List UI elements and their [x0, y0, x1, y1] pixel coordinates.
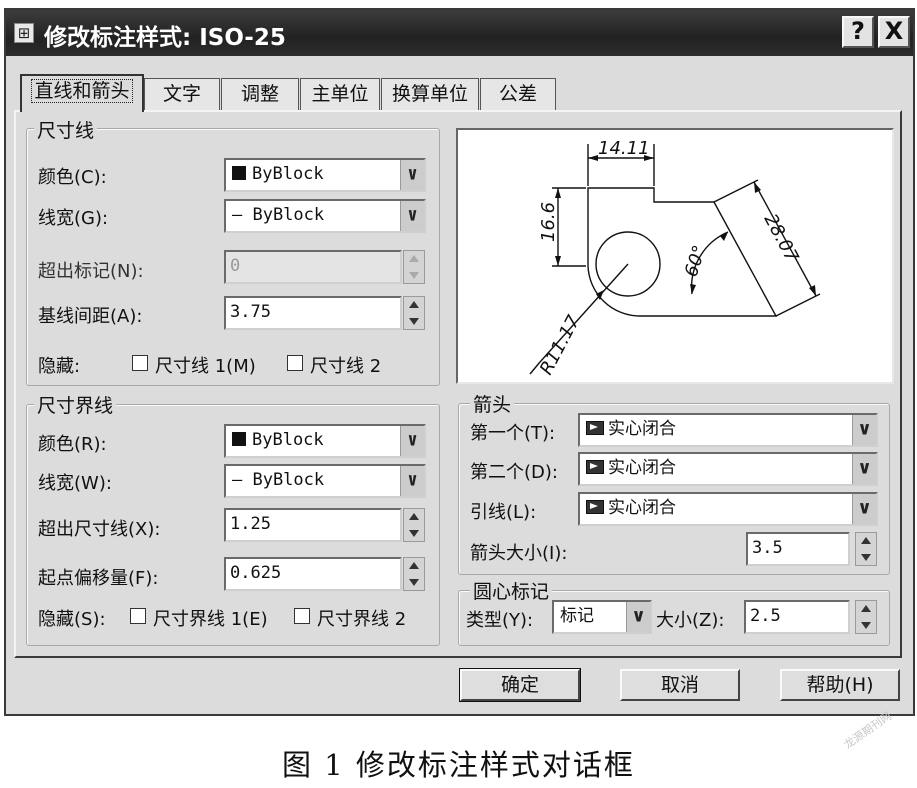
close-button[interactable]: X	[878, 16, 910, 48]
ext-line-extend-spinner[interactable]	[403, 508, 425, 542]
ext-line-lineweight-label: 线宽(W):	[38, 473, 112, 494]
dim-line-suppress-label: 隐藏:	[38, 356, 81, 377]
dimension-preview: 14.11 16.6 28.07 60° R11.17	[456, 128, 894, 384]
ext-line-2-checkbox[interactable]	[294, 608, 310, 624]
dim-line-baseline-label: 基线间距(A):	[38, 306, 143, 327]
dim-line-extend-label: 超出标记(N):	[38, 261, 144, 282]
dim-line-baseline-input[interactable]: 3.75	[224, 296, 402, 330]
title-bar[interactable]: ⊞ 修改标注样式: ISO-25 ? X	[6, 10, 913, 56]
ext-line-offset-label: 起点偏移量(F):	[38, 568, 159, 589]
chevron-down-icon[interactable]	[400, 466, 424, 496]
ext-line-suppress-label: 隐藏(S):	[38, 609, 106, 630]
ext-line-offset-spinner[interactable]	[403, 557, 425, 591]
chevron-down-icon[interactable]	[400, 426, 424, 456]
part-outline	[587, 187, 778, 317]
arrow-size-spinner[interactable]	[855, 532, 877, 566]
help-button[interactable]: ?	[842, 16, 874, 48]
ext-line-2-label: 尺寸界线 2	[317, 609, 407, 630]
closed-filled-arrow-icon	[586, 500, 604, 514]
color-swatch-icon	[232, 432, 246, 446]
dim-line-2-checkbox[interactable]	[287, 355, 303, 371]
dim-line-color-select[interactable]: ByBlock	[224, 158, 426, 192]
ext-line-color-label: 颜色(R):	[38, 434, 107, 455]
ext-line-group-label: 尺寸界线	[34, 391, 117, 418]
figure-caption: 图 1 修改标注样式对话框	[282, 748, 635, 782]
chevron-down-icon[interactable]	[626, 602, 650, 632]
second-arrow-label: 第二个(D):	[470, 462, 558, 483]
ext-line-extend-label: 超出尺寸线(X):	[38, 519, 161, 540]
dim-right-text: 28.07	[760, 210, 803, 266]
window-title: 修改标注样式: ISO-25	[44, 25, 286, 51]
ext-line-lineweight-select[interactable]: — ByBlock	[224, 464, 426, 498]
dim-line-lineweight-select[interactable]: — ByBlock	[224, 199, 426, 233]
tab-text[interactable]: 文字	[144, 78, 220, 110]
dim-line-extend-spinner	[403, 250, 425, 284]
ext-line-1-checkbox[interactable]	[130, 608, 146, 624]
tab-fit[interactable]: 调整	[221, 78, 299, 110]
ext-line-1-label: 尺寸界线 1(E)	[153, 609, 268, 630]
first-arrow-select[interactable]: 实心闭合	[578, 413, 878, 447]
tab-alternate-units[interactable]: 换算单位	[381, 78, 479, 110]
arrow-size-input[interactable]: 3.5	[746, 532, 850, 566]
tab-tolerances[interactable]: 公差	[480, 78, 556, 110]
center-mark-group-label: 圆心标记	[470, 577, 553, 604]
chevron-down-icon[interactable]	[400, 160, 424, 190]
dim-top-text: 14.11	[598, 138, 650, 159]
dimension-style-icon: ⊞	[14, 23, 34, 43]
dim-line-color-label: 颜色(C):	[38, 167, 107, 188]
help-dialog-button[interactable]: 帮助(H)	[780, 669, 900, 701]
arrow-size-label: 箭头大小(I):	[470, 543, 568, 564]
chevron-down-icon[interactable]	[400, 201, 424, 231]
leader-arrow-select[interactable]: 实心闭合	[578, 492, 878, 526]
closed-filled-arrow-icon	[586, 421, 604, 435]
dim-line-1-label: 尺寸线 1(M)	[155, 356, 256, 377]
closed-filled-arrow-icon	[586, 460, 604, 474]
chevron-down-icon[interactable]	[852, 454, 876, 484]
ok-button[interactable]: 确定	[459, 668, 581, 702]
dim-radius-text: R11.17	[536, 311, 585, 378]
preview-drawing: 14.11 16.6 28.07 60° R11.17	[529, 138, 821, 378]
dim-line-baseline-spinner[interactable]	[403, 296, 425, 330]
center-size-spinner[interactable]	[855, 600, 877, 634]
center-size-label: 大小(Z):	[656, 610, 725, 631]
dim-left-text: 16.6	[538, 202, 559, 242]
dim-line-2-label: 尺寸线 2	[310, 356, 382, 377]
chevron-down-icon[interactable]	[852, 494, 876, 524]
center-type-label: 类型(Y):	[466, 610, 534, 631]
ext-line-extend-input[interactable]: 1.25	[224, 508, 402, 542]
dim-angle-text: 60°	[681, 243, 711, 280]
dim-line-1-checkbox[interactable]	[132, 355, 148, 371]
center-type-select[interactable]: 标记	[552, 600, 652, 634]
dim-line-lineweight-label: 线宽(G):	[38, 208, 109, 229]
first-arrow-label: 第一个(T):	[470, 423, 556, 444]
center-size-input[interactable]: 2.5	[744, 600, 850, 634]
ext-line-offset-input[interactable]: 0.625	[224, 557, 402, 591]
leader-arrow-label: 引线(L):	[470, 502, 537, 523]
cancel-button[interactable]: 取消	[620, 669, 740, 701]
arrows-group-label: 箭头	[470, 390, 515, 417]
ext-line-color-select[interactable]: ByBlock	[224, 424, 426, 458]
chevron-down-icon[interactable]	[852, 415, 876, 445]
dim-line-extend-input: 0	[224, 250, 402, 284]
tab-primary-units[interactable]: 主单位	[300, 78, 380, 110]
dim-line-group-label: 尺寸线	[34, 116, 98, 143]
color-swatch-icon	[232, 166, 246, 180]
second-arrow-select[interactable]: 实心闭合	[578, 452, 878, 486]
tab-lines-arrows[interactable]: 直线和箭头	[20, 74, 144, 112]
